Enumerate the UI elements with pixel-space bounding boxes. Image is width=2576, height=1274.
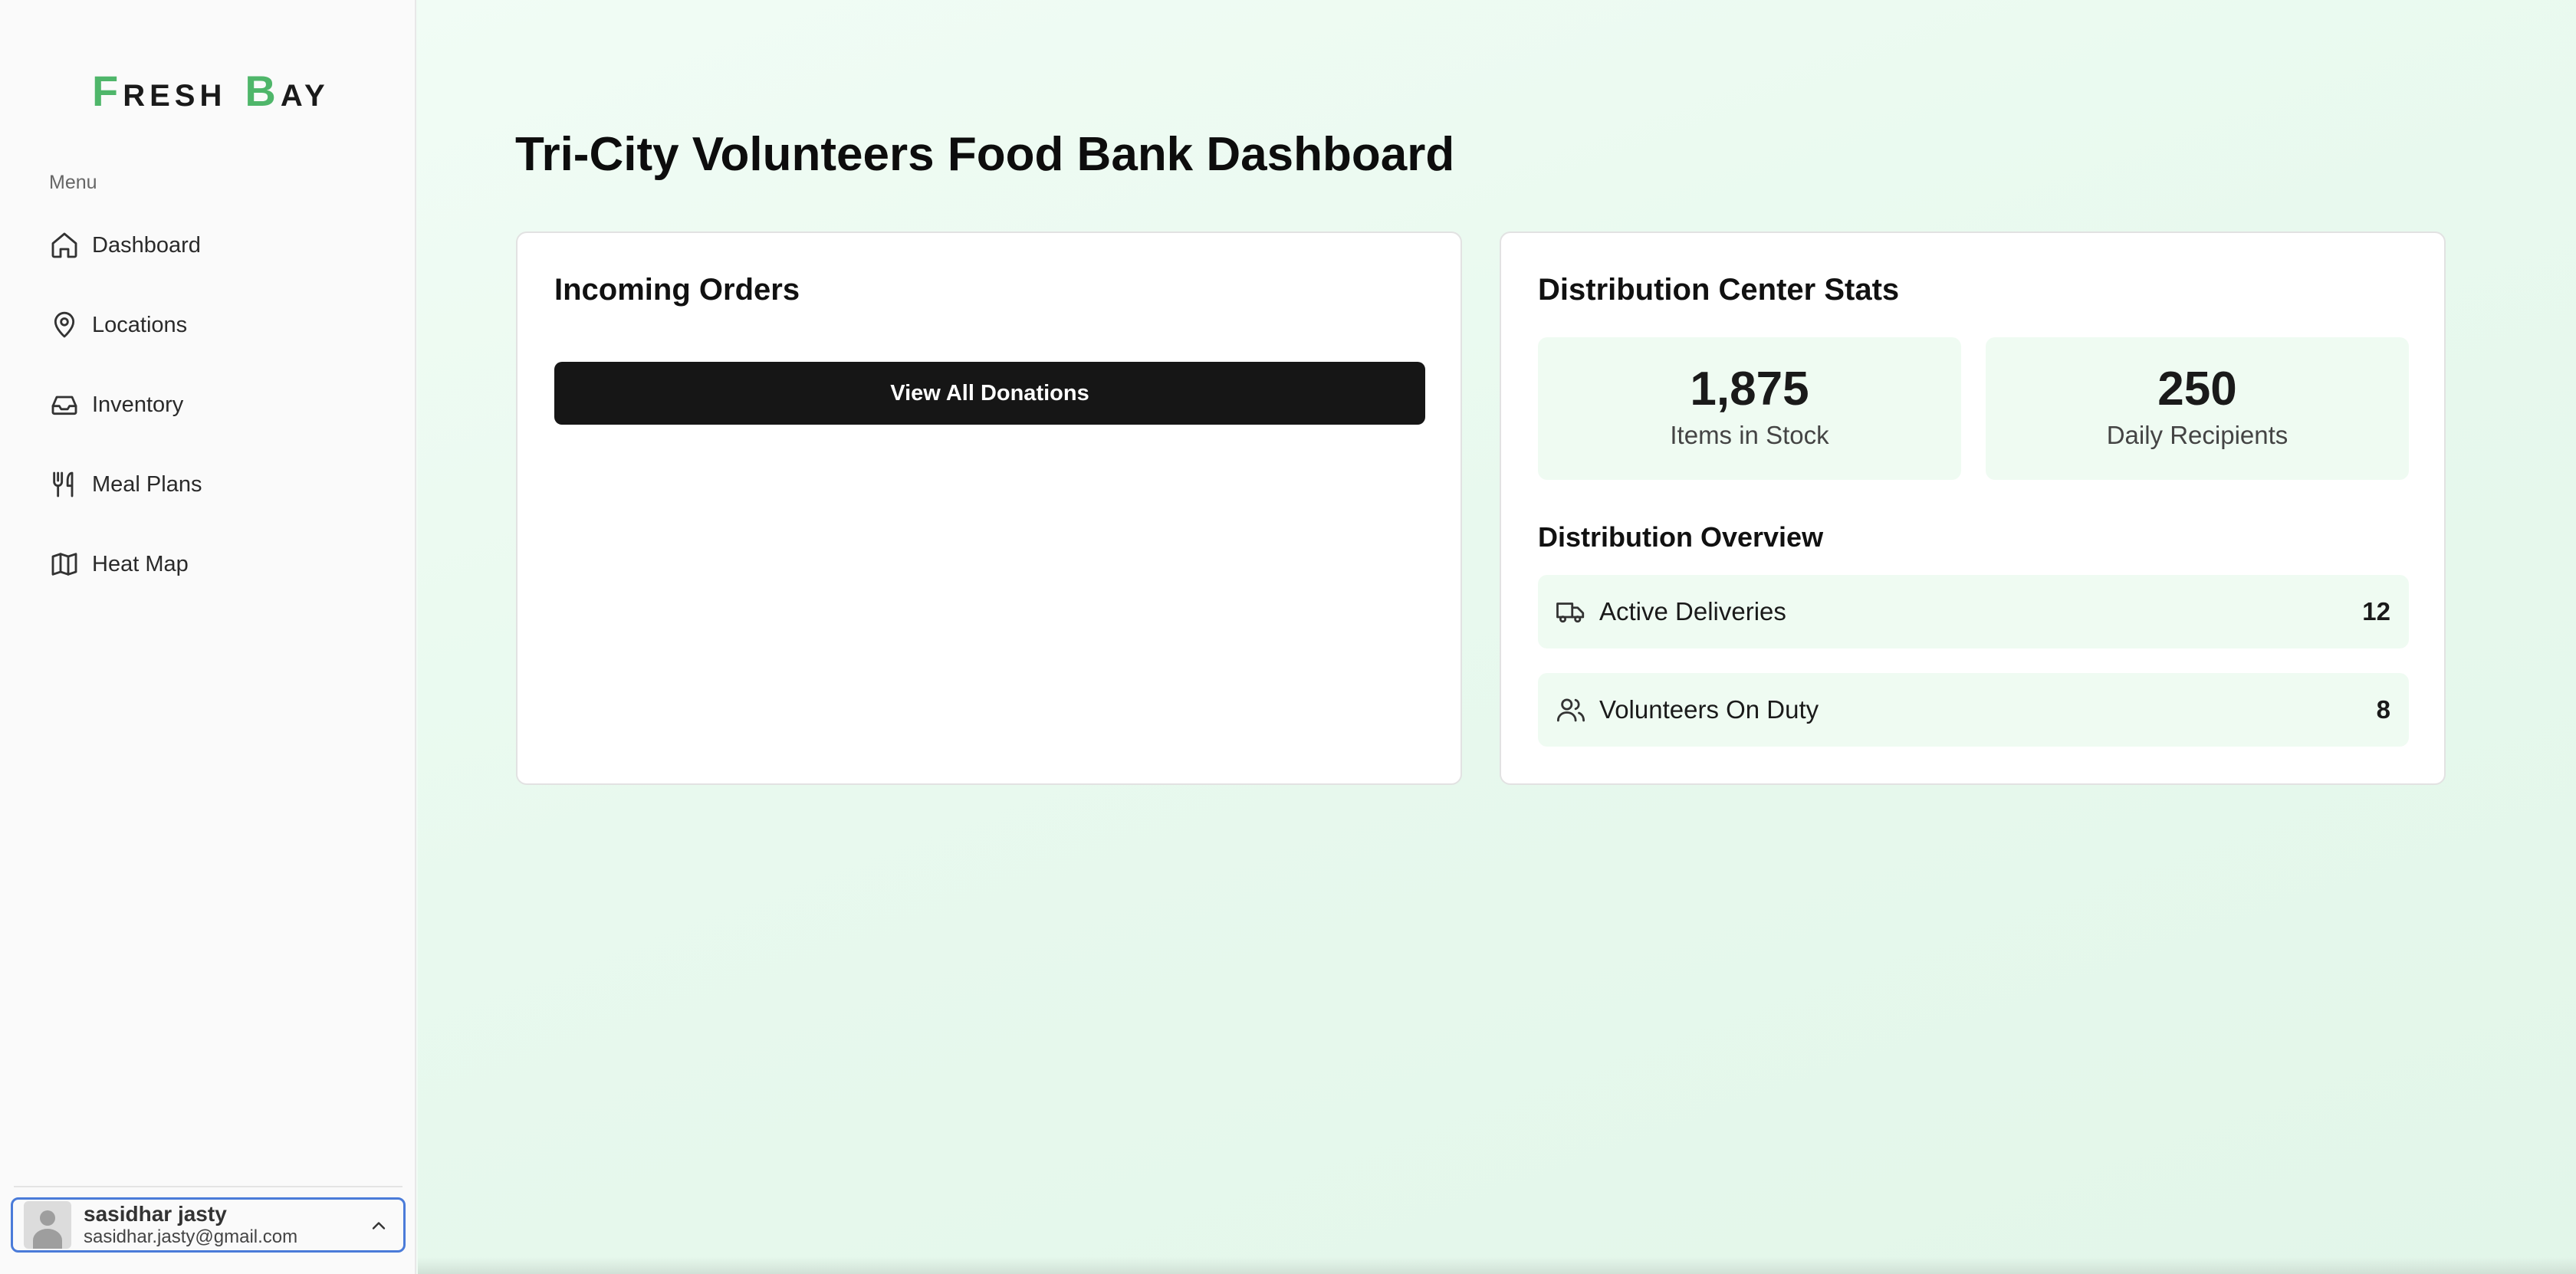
truck-icon <box>1556 603 1585 623</box>
stat-label: Daily Recipients <box>2106 421 2288 449</box>
logo-word-fresh: RESH <box>123 79 227 113</box>
brand-logo[interactable]: FRESH BAY <box>92 66 330 116</box>
stat-value: 1,875 <box>1690 363 1809 415</box>
sidebar: FRESH BAY Menu Dashboard Locations Invent… <box>0 0 416 1274</box>
user-email: sasidhar.jasty@gmail.com <box>84 1226 298 1248</box>
logo-initial-f: F <box>92 67 123 115</box>
page-title: Tri-City Volunteers Food Bank Dashboard <box>515 128 1455 181</box>
sidebar-item-label: Heat Map <box>92 551 189 576</box>
chevron-up-icon <box>372 1222 386 1230</box>
user-name: sasidhar jasty <box>84 1201 227 1226</box>
sidebar-item-locations[interactable]: Locations <box>31 294 391 356</box>
stat-daily-recipients: 250 Daily Recipients <box>1986 337 2409 480</box>
sidebar-divider <box>14 1186 402 1187</box>
sidebar-item-label: Locations <box>92 312 188 337</box>
sidebar-item-heat-map[interactable]: Heat Map <box>31 534 391 595</box>
overview-row-volunteers-on-duty: Volunteers On Duty 8 <box>1538 673 2409 747</box>
overview-value: 8 <box>2376 695 2390 724</box>
menu-label: Menu <box>49 172 97 193</box>
stat-value: 250 <box>2157 363 2237 415</box>
sidebar-item-label: Dashboard <box>92 232 201 258</box>
distribution-overview-title: Distribution Overview <box>1538 521 1824 553</box>
map-pin-icon <box>54 311 75 338</box>
card-title: Incoming Orders <box>554 273 800 307</box>
sidebar-item-meal-plans[interactable]: Meal Plans <box>31 454 391 515</box>
sidebar-item-label: Meal Plans <box>92 471 202 497</box>
sidebar-item-inventory[interactable]: Inventory <box>31 374 391 435</box>
user-menu-button[interactable]: sasidhar jasty sasidhar.jasty@gmail.com <box>11 1197 406 1253</box>
stat-label: Items in Stock <box>1670 421 1829 449</box>
overview-label: Volunteers On Duty <box>1599 695 1819 724</box>
stat-items-in-stock: 1,875 Items in Stock <box>1538 337 1961 480</box>
logo-initial-b: B <box>245 67 281 115</box>
overview-row-active-deliveries: Active Deliveries 12 <box>1538 575 2409 648</box>
incoming-orders-card: Incoming Orders View All Donations <box>516 231 1462 785</box>
user-info: sasidhar jasty sasidhar.jasty@gmail.com <box>84 1201 297 1249</box>
sidebar-item-label: Inventory <box>92 392 184 417</box>
main-content: Tri-City Volunteers Food Bank Dashboard … <box>418 0 2576 1274</box>
overview-label: Active Deliveries <box>1599 597 1786 626</box>
distribution-center-stats-card: Distribution Center Stats 1,875 Items in… <box>1500 231 2446 785</box>
overview-value: 12 <box>2362 597 2390 626</box>
view-all-donations-button[interactable]: View All Donations <box>554 362 1425 425</box>
home-icon <box>51 232 77 258</box>
logo-word-bay: AY <box>280 79 330 113</box>
sidebar-nav: Dashboard Locations Inventory Meal Plans… <box>31 215 391 613</box>
utensils-icon <box>53 471 74 497</box>
sidebar-item-dashboard[interactable]: Dashboard <box>31 215 391 276</box>
window-bottom-shadow <box>418 1257 2576 1274</box>
users-icon <box>1556 698 1585 722</box>
map-icon <box>51 553 77 576</box>
inbox-icon <box>51 396 77 415</box>
card-title: Distribution Center Stats <box>1538 273 1900 307</box>
avatar <box>24 1201 71 1249</box>
